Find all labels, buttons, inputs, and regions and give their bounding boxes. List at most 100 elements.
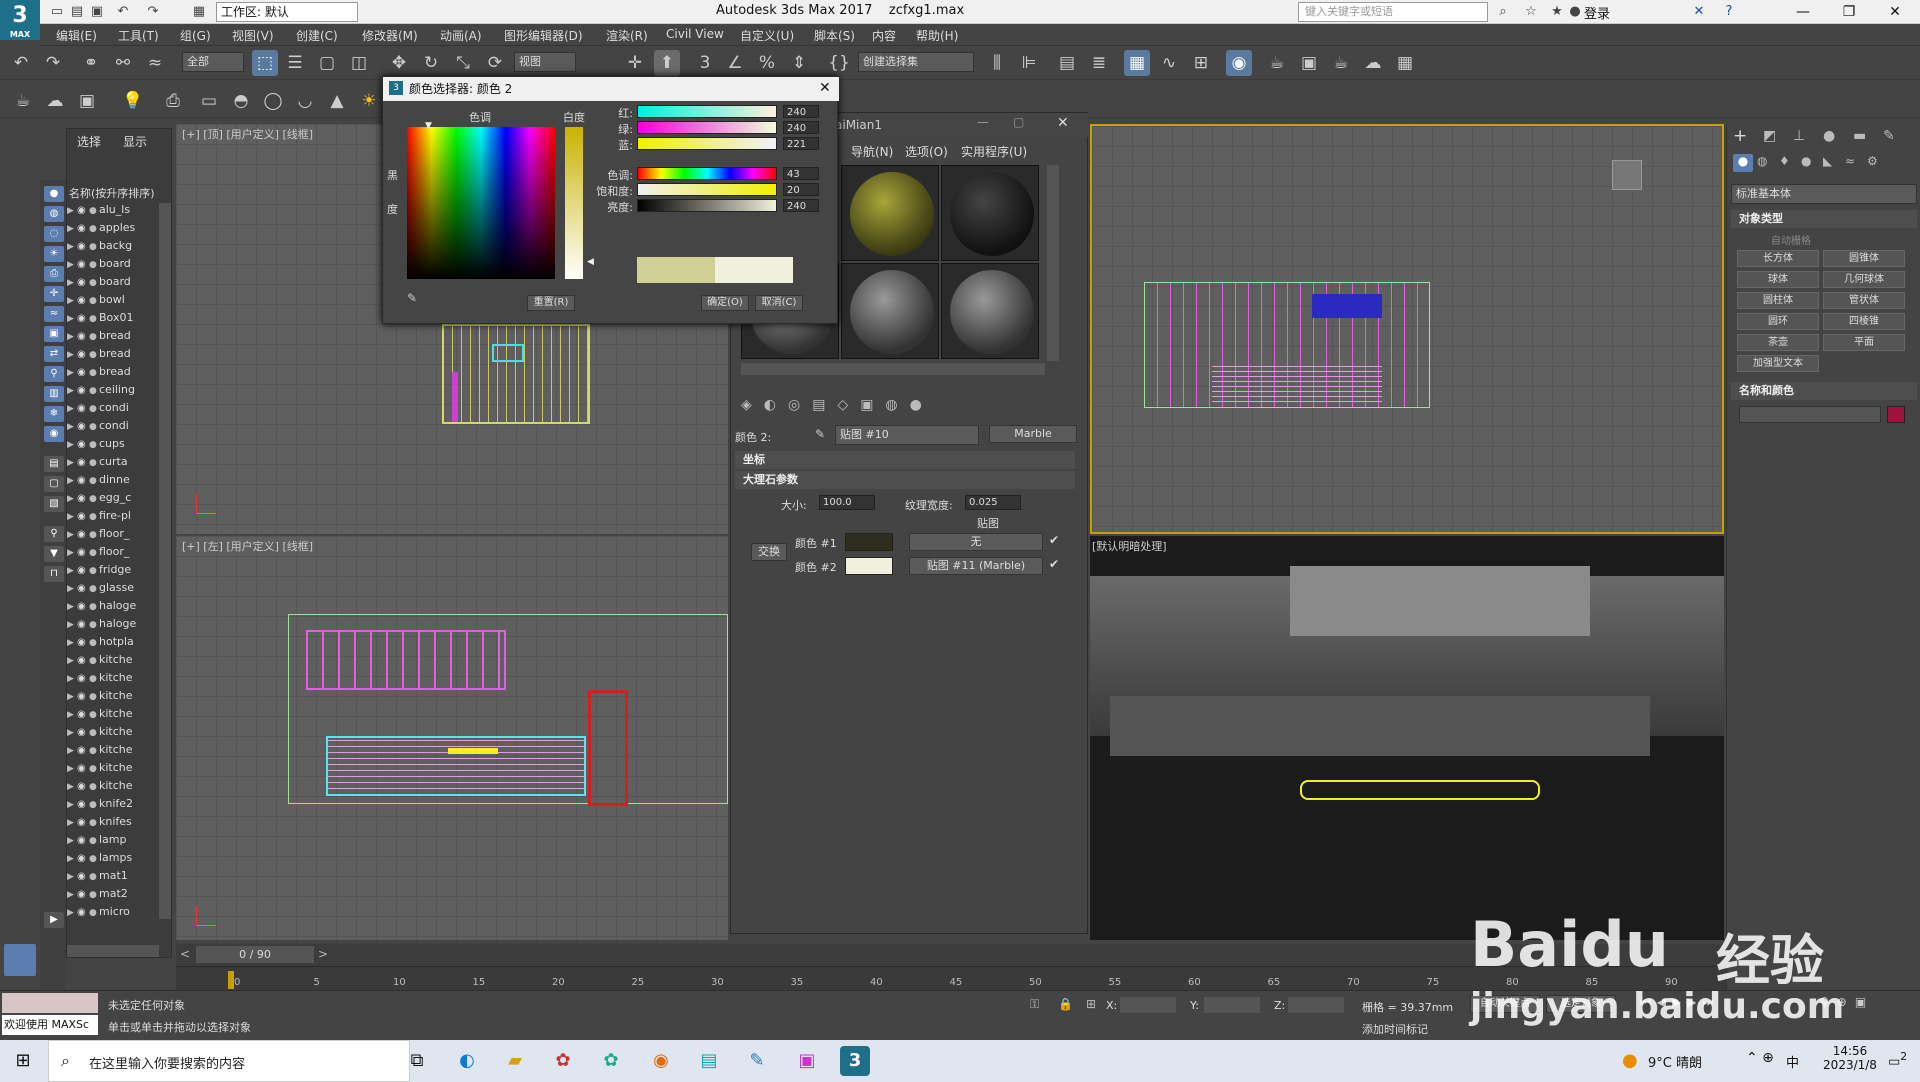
visibility-eye-icon[interactable]: ◉ <box>77 475 89 486</box>
menu-view[interactable]: 视图(V) <box>232 27 274 44</box>
expand-arrow-icon[interactable]: ▶ <box>67 404 77 414</box>
scene-item[interactable]: ▶ ◉ ● dinne <box>67 473 167 491</box>
3dsmax-taskbar-icon[interactable]: 3 <box>840 1046 870 1076</box>
move-icon[interactable]: ✥ <box>386 50 412 76</box>
app-logo[interactable]: 3 MAX <box>0 0 40 40</box>
color1-map-button[interactable]: 无 <box>909 533 1043 551</box>
visibility-eye-icon[interactable]: ◉ <box>77 889 89 900</box>
unlink-icon[interactable]: ⚯ <box>110 50 136 76</box>
visibility-eye-icon[interactable]: ◉ <box>77 241 89 252</box>
tab-display[interactable]: 显示 <box>123 133 147 150</box>
undo-icon[interactable]: ↶ <box>114 3 132 21</box>
app-icon-1[interactable]: ✿ <box>548 1046 578 1076</box>
scene-item[interactable]: ▶ ◉ ● bread <box>67 329 167 347</box>
snap-3d-icon[interactable]: 3 <box>692 50 718 76</box>
select-object-icon[interactable]: ⬚ <box>252 50 278 76</box>
scene-item[interactable]: ▶ ◉ ● board <box>67 275 167 293</box>
create-button[interactable]: 加强型文本 <box>1737 355 1819 372</box>
color-spinner[interactable]: 20 <box>783 183 819 196</box>
hue-pointer[interactable]: ▼ <box>425 121 432 131</box>
tray-icons[interactable]: ⌃ ⊕ <box>1746 1050 1774 1066</box>
spinner-snap-icon[interactable]: ⇕ <box>786 50 812 76</box>
login-link[interactable]: 登录 <box>1584 3 1610 22</box>
color-spinner[interactable]: 240 <box>783 121 819 134</box>
expand-arrow-icon[interactable]: ▶ <box>67 602 77 612</box>
color-slider[interactable] <box>637 167 777 180</box>
expand-arrow-icon[interactable]: ▶ <box>67 890 77 900</box>
viewport-left[interactable]: [+] [左] [用户定义] [线框] <box>176 536 728 940</box>
scene-explorer-icon[interactable]: ▤ <box>1054 50 1080 76</box>
display-cameras-icon[interactable]: ⎙ <box>44 266 64 282</box>
visibility-eye-icon[interactable]: ◉ <box>77 781 89 792</box>
app-icon-2[interactable]: ✿ <box>596 1046 626 1076</box>
project-icon[interactable]: ▦ <box>190 3 208 21</box>
display-invert-icon[interactable]: ▧ <box>44 496 64 512</box>
visibility-eye-icon[interactable]: ◉ <box>77 421 89 432</box>
visibility-eye-icon[interactable]: ◉ <box>77 619 89 630</box>
menu-help[interactable]: 帮助(H) <box>916 27 958 44</box>
scene-item[interactable]: ▶ ◉ ● lamps <box>67 851 167 869</box>
motion-tab-icon[interactable]: ● <box>1823 128 1835 144</box>
angle-snap-icon[interactable]: ∠ <box>722 50 748 76</box>
expand-arrow-icon[interactable]: ▶ <box>67 476 77 486</box>
object-color-swatch[interactable] <box>1887 406 1905 423</box>
scene-scrollbar[interactable] <box>159 203 171 919</box>
color-slider[interactable] <box>637 199 777 212</box>
menu-edit[interactable]: 编辑(E) <box>56 27 97 44</box>
mirror-icon[interactable]: ⫼ <box>984 50 1010 76</box>
reset-button[interactable]: 重置(R) <box>527 295 575 311</box>
sphere-icon[interactable]: ◯ <box>260 88 286 114</box>
visibility-eye-icon[interactable]: ◉ <box>77 799 89 810</box>
redo-icon[interactable]: ↷ <box>144 3 162 21</box>
visibility-eye-icon[interactable]: ◉ <box>77 835 89 846</box>
link-icon[interactable]: ⚭ <box>78 50 104 76</box>
z-coord-field[interactable] <box>1288 997 1344 1013</box>
expand-arrow-icon[interactable]: ▶ <box>67 710 77 720</box>
color2-map-checkbox[interactable]: ✔ <box>1049 557 1059 571</box>
task-view-icon[interactable]: ⧉ <box>402 1046 432 1076</box>
viewcube-icon[interactable] <box>1612 160 1642 190</box>
viewport-left-label[interactable]: [+] [左] [用户定义] [线框] <box>182 538 313 554</box>
marble-params-rollout[interactable]: 大理石参数 <box>735 471 1075 489</box>
expand-arrow-icon[interactable]: ▶ <box>67 872 77 882</box>
minimize-icon[interactable]: — <box>977 115 989 129</box>
expand-arrow-icon[interactable]: ▶ <box>67 386 77 396</box>
maxscript-mini[interactable]: 欢迎使用 MAXSc <box>2 1015 98 1035</box>
visibility-eye-icon[interactable]: ◉ <box>77 907 89 918</box>
scene-item[interactable]: ▶ ◉ ● kitche <box>67 707 167 725</box>
visibility-eye-icon[interactable]: ◉ <box>77 277 89 288</box>
slots-hscrollbar[interactable] <box>741 363 1045 375</box>
helpers-icon[interactable]: ◣ <box>1823 154 1832 168</box>
menu-content[interactable]: 内容 <box>872 27 896 44</box>
create-button[interactable]: 几何球体 <box>1823 271 1905 288</box>
scene-hscrollbar[interactable] <box>67 945 159 957</box>
expand-arrow-icon[interactable]: ▶ <box>67 836 77 846</box>
camera-icon[interactable]: ⎙ <box>160 88 186 114</box>
rect-selection-icon[interactable]: ▢ <box>314 50 340 76</box>
expand-arrow-icon[interactable]: ▶ <box>67 620 77 630</box>
app-icon-4[interactable]: ✎ <box>742 1046 772 1076</box>
expand-arrow-icon[interactable]: ▶ <box>67 746 77 756</box>
render-cloud-icon[interactable]: ☁ <box>1360 50 1386 76</box>
scene-item[interactable]: ▶ ◉ ● knife2 <box>67 797 167 815</box>
create-tab-icon[interactable]: + <box>1733 126 1747 146</box>
expand-arrow-icon[interactable]: ▶ <box>67 494 77 504</box>
utilities-tab-icon[interactable]: ✎ <box>1883 128 1895 144</box>
swap-button[interactable]: 交换 <box>751 543 787 561</box>
viewport-nav-icons[interactable]: ⚲⊕▣ <box>1820 995 1874 1009</box>
favorites-icon[interactable]: ☆ <box>1522 3 1540 21</box>
scene-item[interactable]: ▶ ◉ ● egg_c <box>67 491 167 509</box>
map-type-button[interactable]: Marble <box>989 425 1077 443</box>
scene-item[interactable]: ▶ ◉ ● lamp <box>67 833 167 851</box>
mat-menu-options[interactable]: 选项(O) <box>905 143 948 160</box>
color-slider[interactable] <box>637 121 777 134</box>
file-explorer-icon[interactable]: ▰ <box>500 1046 530 1076</box>
select-by-name-icon[interactable]: ☰ <box>282 50 308 76</box>
color-slider[interactable] <box>637 183 777 196</box>
viewport-perspective[interactable]: [默认明暗处理] <box>1090 536 1724 940</box>
menu-customize[interactable]: 自定义(U) <box>740 27 794 44</box>
expand-arrow-icon[interactable]: ▶ <box>67 530 77 540</box>
time-slider-handle[interactable] <box>228 971 234 989</box>
help-search-input[interactable]: 键入关键字或短语 <box>1298 2 1488 22</box>
curve-editor-icon[interactable]: ∿ <box>1156 50 1182 76</box>
